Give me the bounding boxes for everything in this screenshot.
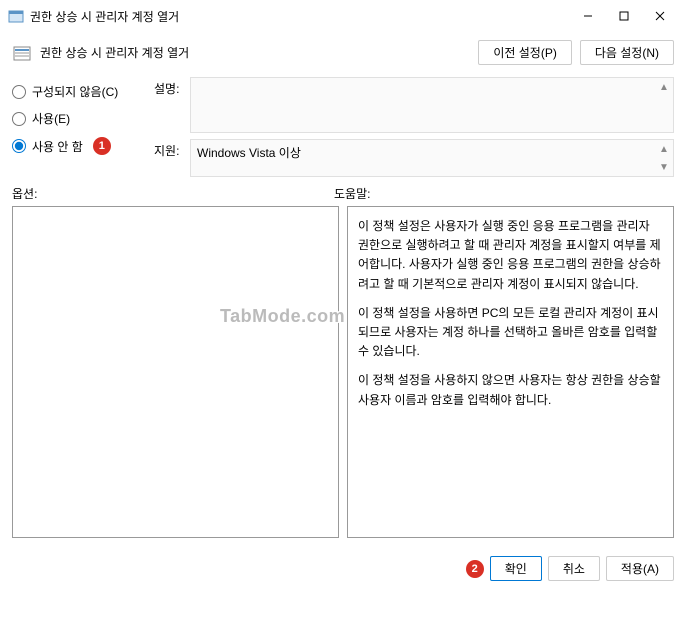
apply-button[interactable]: 적용(A) — [606, 556, 674, 581]
maximize-button[interactable] — [606, 2, 642, 30]
options-panel — [12, 206, 339, 538]
help-paragraph: 이 정책 설정은 사용자가 실행 중인 응용 프로그램을 관리자 권한으로 실행… — [358, 217, 663, 294]
radio-disabled-input[interactable] — [12, 139, 26, 153]
radio-enabled-input[interactable] — [12, 112, 26, 126]
radio-disabled[interactable]: 사용 안 함 1 — [12, 137, 142, 155]
header-row: 권한 상승 시 관리자 계정 열거 이전 설정(P) 다음 설정(N) — [12, 40, 674, 65]
page-title: 권한 상승 시 관리자 계정 열거 — [40, 44, 470, 61]
scroll-up-icon: ▲ — [657, 142, 671, 156]
next-setting-button[interactable]: 다음 설정(N) — [580, 40, 674, 65]
support-field: Windows Vista 이상 ▲ ▼ — [190, 139, 674, 177]
radio-enabled-label: 사용(E) — [32, 110, 70, 127]
window-icon — [8, 8, 24, 24]
support-label: 지원: — [154, 139, 182, 177]
radio-group: 구성되지 않음(C) 사용(E) 사용 안 함 1 — [12, 77, 142, 177]
annotation-badge-1: 1 — [93, 137, 111, 155]
button-bar: 2 확인 취소 적용(A) — [0, 546, 686, 587]
support-value: Windows Vista 이상 — [197, 144, 301, 161]
help-section-label: 도움말: — [334, 185, 370, 202]
ok-button[interactable]: 확인 — [490, 556, 542, 581]
window-title: 권한 상승 시 관리자 계정 열거 — [30, 8, 570, 25]
titlebar: 권한 상승 시 관리자 계정 열거 — [0, 0, 686, 32]
policy-icon — [12, 43, 32, 63]
radio-not-configured-input[interactable] — [12, 85, 26, 99]
options-section-label: 옵션: — [12, 185, 334, 202]
help-paragraph: 이 정책 설정을 사용하면 PC의 모든 로컬 관리자 계정이 표시되므로 사용… — [358, 304, 663, 362]
close-button[interactable] — [642, 2, 678, 30]
radio-not-configured[interactable]: 구성되지 않음(C) — [12, 83, 142, 100]
scroll-down-icon: ▼ — [657, 160, 671, 174]
cancel-button[interactable]: 취소 — [548, 556, 600, 581]
window-controls — [570, 2, 678, 30]
radio-not-configured-label: 구성되지 않음(C) — [32, 83, 118, 100]
description-field: ▲ — [190, 77, 674, 133]
help-paragraph: 이 정책 설정을 사용하지 않으면 사용자는 항상 권한을 상승할 사용자 이름… — [358, 371, 663, 409]
radio-enabled[interactable]: 사용(E) — [12, 110, 142, 127]
description-label: 설명: — [154, 77, 182, 133]
prev-setting-button[interactable]: 이전 설정(P) — [478, 40, 572, 65]
help-panel: 이 정책 설정은 사용자가 실행 중인 응용 프로그램을 관리자 권한으로 실행… — [347, 206, 674, 538]
scroll-up-icon: ▲ — [657, 80, 671, 94]
minimize-button[interactable] — [570, 2, 606, 30]
annotation-badge-2: 2 — [466, 560, 484, 578]
radio-disabled-label: 사용 안 함 — [32, 138, 83, 155]
